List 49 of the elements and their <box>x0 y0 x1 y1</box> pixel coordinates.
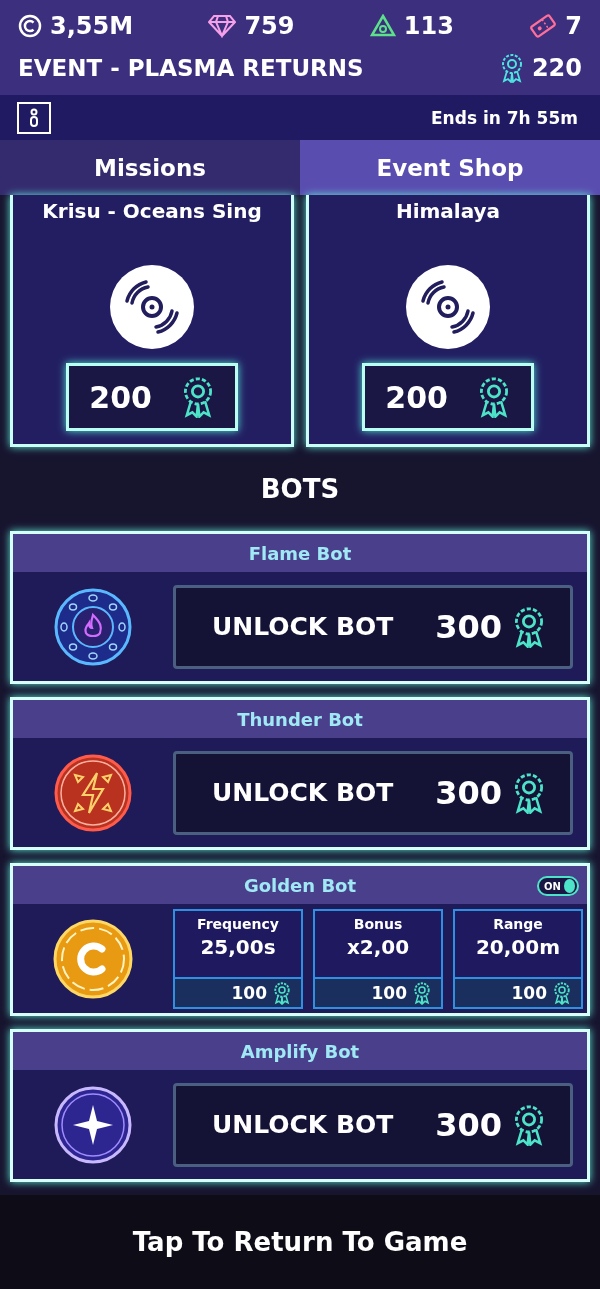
bot-name: Thunder Bot <box>237 708 363 730</box>
stat-label: Range <box>493 915 543 932</box>
currency-amount: 3,55M <box>50 12 134 40</box>
currency-amount: 759 <box>244 12 295 40</box>
stat-value: x2,00 <box>346 934 410 959</box>
bot-name: Golden Bot <box>243 874 357 896</box>
ribbon-icon <box>512 771 546 814</box>
info-button[interactable] <box>17 101 51 134</box>
ribbon-icon <box>512 1103 546 1146</box>
toggle-switch[interactable]: ON <box>537 876 579 896</box>
track-title: Krisu - Oceans Sing <box>42 199 262 225</box>
unlock-button[interactable]: UNLOCK BOT 300 <box>173 1082 573 1167</box>
currency-amount: 7 <box>565 12 582 40</box>
stat-value: 25,00s <box>200 934 276 959</box>
disc-icon <box>110 265 194 349</box>
upgrade-button[interactable]: 100 <box>455 976 581 1007</box>
tab[interactable]: Missions <box>0 140 300 195</box>
triangle-icon <box>369 14 396 38</box>
currency-amount: 113 <box>403 12 454 40</box>
ribbon-icon <box>499 53 524 83</box>
ribbon-icon <box>413 980 431 1005</box>
buy-button[interactable]: 200 <box>362 363 534 431</box>
unlock-button[interactable]: UNLOCK BOT 300 <box>173 584 573 669</box>
stat-label: Frequency <box>197 915 279 932</box>
coin-icon <box>52 917 134 1000</box>
ribbon-icon <box>553 980 571 1005</box>
event-timer: Ends in 7h 55m <box>431 107 578 128</box>
bot-name: Flame Bot <box>248 542 352 564</box>
event-title: EVENT - PLASMA RETURNS <box>18 55 364 81</box>
ribbon-icon <box>512 605 546 648</box>
flame-icon <box>53 586 133 667</box>
lightning-icon <box>53 752 133 833</box>
buy-button[interactable]: 200 <box>66 363 238 431</box>
event-points: 220 <box>531 54 582 82</box>
bot-name: Amplify Bot <box>240 1040 360 1062</box>
stat-value: 20,00m <box>475 934 561 959</box>
unlock-button[interactable]: UNLOCK BOT 300 <box>173 750 573 835</box>
ticket-icon <box>529 14 558 38</box>
section-heading: BOTS <box>260 474 340 504</box>
track-title: Himalaya <box>395 199 501 225</box>
ribbon-icon <box>273 980 291 1005</box>
disc-icon <box>406 265 490 349</box>
return-button[interactable]: Tap To Return To Game <box>0 1195 600 1289</box>
upgrade-button[interactable]: 100 <box>175 976 301 1007</box>
upgrade-button[interactable]: 100 <box>315 976 441 1007</box>
coin-icon <box>18 14 42 38</box>
tab[interactable]: Event Shop <box>300 140 600 195</box>
diamond-icon <box>208 14 237 38</box>
stat-label: Bonus <box>353 915 403 932</box>
